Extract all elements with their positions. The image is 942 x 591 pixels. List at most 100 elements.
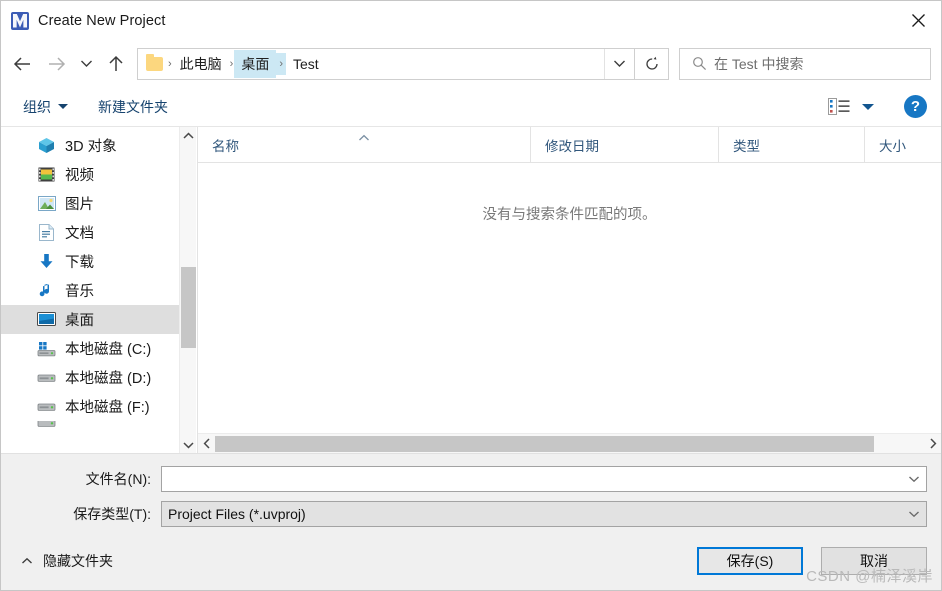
column-label: 类型 bbox=[733, 138, 760, 154]
sidebar-item-documents[interactable]: 文档 bbox=[1, 218, 196, 247]
sidebar-item-label: 视频 bbox=[65, 168, 94, 184]
horizontal-scroll-track[interactable] bbox=[215, 435, 924, 453]
drive-icon bbox=[37, 421, 56, 433]
system-drive-icon bbox=[37, 339, 56, 358]
cancel-button[interactable]: 取消 bbox=[821, 547, 927, 575]
sidebar-item-partial[interactable] bbox=[1, 421, 196, 433]
sidebar-scroll-thumb[interactable] bbox=[181, 266, 196, 349]
desktop-icon bbox=[37, 310, 56, 329]
dialog-footer: 隐藏文件夹 保存(S) 取消 CSDN @楠泽溪岸 bbox=[1, 536, 941, 590]
sidebar-item-desktop[interactable]: 桌面 bbox=[1, 305, 196, 334]
create-new-project-dialog: Create New Project › 此电脑 › 桌面 › Test 在 T… bbox=[0, 0, 942, 591]
sidebar-item-label: 本地磁盘 (F:) bbox=[65, 400, 150, 416]
documents-icon bbox=[37, 223, 56, 242]
search-input[interactable]: 在 Test 中搜索 bbox=[679, 47, 931, 80]
filename-label: 文件名(N): bbox=[85, 471, 151, 487]
sidebar-item-pictures[interactable]: 图片 bbox=[1, 189, 196, 218]
view-chevron-down-icon[interactable] bbox=[862, 103, 874, 110]
column-header-name[interactable]: 名称 bbox=[198, 127, 531, 162]
forward-icon[interactable] bbox=[39, 47, 73, 81]
up-icon[interactable] bbox=[99, 47, 133, 81]
sidebar-item-label: 3D 对象 bbox=[65, 139, 117, 155]
search-placeholder: 在 Test 中搜索 bbox=[714, 55, 804, 72]
scroll-down-chevron-down-icon[interactable] bbox=[180, 436, 197, 453]
address-bar[interactable]: › 此电脑 › 桌面 › Test bbox=[137, 47, 635, 80]
breadcrumb-item-test[interactable]: Test bbox=[286, 52, 326, 76]
sidebar-item-label: 音乐 bbox=[65, 284, 94, 300]
sort-ascending-icon bbox=[359, 129, 370, 144]
breadcrumb-item-desktop[interactable]: 桌面 bbox=[234, 49, 277, 78]
column-label: 大小 bbox=[879, 138, 906, 154]
breadcrumb-item-this-pc[interactable]: 此电脑 bbox=[173, 50, 229, 78]
file-list-area[interactable]: 没有与搜索条件匹配的项。 bbox=[198, 163, 941, 433]
footer-buttons: 保存(S) 取消 bbox=[697, 547, 927, 575]
sidebar-item-label: 本地磁盘 (C:) bbox=[65, 342, 152, 358]
filetype-select[interactable]: Project Files (*.uvproj) bbox=[161, 501, 927, 527]
new-folder-label: 新建文件夹 bbox=[98, 98, 168, 115]
file-list-pane: 名称 修改日期 类型 大小 没有与搜索条件匹配的项。 bbox=[197, 127, 941, 453]
scroll-up-chevron-up-icon[interactable] bbox=[180, 127, 197, 144]
sidebar-tree: 3D 对象 视频 图片 文档 下载 音乐 桌面 本地磁盘 (C:) 本地磁盘 (… bbox=[1, 127, 196, 433]
breadcrumb-separator: › bbox=[276, 52, 287, 75]
sidebar-item-local-disk-c[interactable]: 本地磁盘 (C:) bbox=[1, 334, 196, 363]
folder-icon bbox=[146, 53, 163, 71]
chevron-down-icon bbox=[58, 104, 68, 109]
new-folder-button[interactable]: 新建文件夹 bbox=[98, 97, 168, 117]
filename-chevron-down-icon[interactable] bbox=[902, 467, 926, 491]
sidebar-item-label: 文档 bbox=[65, 226, 94, 242]
sidebar-item-label: 下载 bbox=[65, 255, 94, 271]
drive-icon bbox=[37, 368, 56, 387]
column-header-date-modified[interactable]: 修改日期 bbox=[531, 127, 719, 162]
sidebar-scrollbar[interactable] bbox=[179, 127, 196, 453]
title-bar: Create New Project bbox=[1, 1, 941, 40]
music-icon bbox=[37, 281, 56, 300]
save-form: 文件名(N): 保存类型(T): Project Files (*.uvproj… bbox=[1, 453, 941, 536]
file-list-horizontal-scrollbar[interactable] bbox=[198, 433, 941, 453]
organize-button[interactable]: 组织 bbox=[23, 97, 68, 117]
video-icon bbox=[37, 165, 56, 184]
column-headers: 名称 修改日期 类型 大小 bbox=[198, 127, 941, 163]
column-header-size[interactable]: 大小 bbox=[865, 127, 941, 162]
downloads-icon bbox=[37, 252, 56, 271]
back-icon[interactable] bbox=[5, 47, 39, 81]
cube-icon bbox=[37, 136, 56, 155]
horizontal-scroll-thumb[interactable] bbox=[215, 435, 875, 452]
column-header-type[interactable]: 类型 bbox=[719, 127, 865, 162]
save-button[interactable]: 保存(S) bbox=[697, 547, 803, 575]
filetype-value: Project Files (*.uvproj) bbox=[168, 506, 306, 522]
filename-input[interactable] bbox=[161, 466, 927, 492]
hide-folders-label: 隐藏文件夹 bbox=[43, 553, 113, 569]
refresh-icon[interactable] bbox=[635, 47, 669, 80]
sidebar-item-local-disk-f[interactable]: 本地磁盘 (F:) bbox=[1, 392, 196, 421]
scroll-right-chevron-right-icon[interactable] bbox=[924, 435, 941, 453]
toolbar-right-group: ? bbox=[828, 95, 927, 118]
sidebar-item-label: 本地磁盘 (D:) bbox=[65, 371, 152, 387]
recent-locations-chevron-down-icon[interactable] bbox=[73, 47, 99, 81]
organize-label: 组织 bbox=[23, 98, 51, 115]
empty-state-message: 没有与搜索条件匹配的项。 bbox=[482, 207, 657, 223]
pictures-icon bbox=[37, 194, 56, 213]
sidebar-item-3d-objects[interactable]: 3D 对象 bbox=[1, 131, 196, 160]
address-chevron-down-icon[interactable] bbox=[604, 48, 634, 79]
dialog-body: 3D 对象 视频 图片 文档 下载 音乐 桌面 本地磁盘 (C:) 本地磁盘 (… bbox=[1, 127, 941, 453]
hide-folders-button[interactable]: 隐藏文件夹 bbox=[21, 551, 113, 571]
close-icon[interactable] bbox=[895, 1, 941, 40]
sidebar-item-videos[interactable]: 视频 bbox=[1, 160, 196, 189]
help-button[interactable]: ? bbox=[904, 95, 927, 118]
command-toolbar: 组织 新建文件夹 ? bbox=[1, 87, 941, 127]
uvision-icon bbox=[11, 11, 29, 30]
sidebar-scroll-track[interactable] bbox=[180, 144, 196, 436]
chevron-up-icon bbox=[21, 557, 33, 565]
sidebar-item-local-disk-d[interactable]: 本地磁盘 (D:) bbox=[1, 363, 196, 392]
sidebar-item-label: 桌面 bbox=[65, 313, 94, 329]
scroll-left-chevron-left-icon[interactable] bbox=[198, 435, 215, 453]
search-icon bbox=[692, 56, 707, 71]
column-label: 修改日期 bbox=[545, 138, 599, 154]
list-view-icon[interactable] bbox=[828, 98, 850, 115]
sidebar-item-downloads[interactable]: 下载 bbox=[1, 247, 196, 276]
sidebar-item-label: 图片 bbox=[65, 197, 94, 213]
filetype-chevron-down-icon[interactable] bbox=[902, 502, 926, 526]
filetype-row: 保存类型(T): Project Files (*.uvproj) bbox=[1, 501, 927, 527]
filetype-label: 保存类型(T): bbox=[73, 506, 151, 522]
sidebar-item-music[interactable]: 音乐 bbox=[1, 276, 196, 305]
